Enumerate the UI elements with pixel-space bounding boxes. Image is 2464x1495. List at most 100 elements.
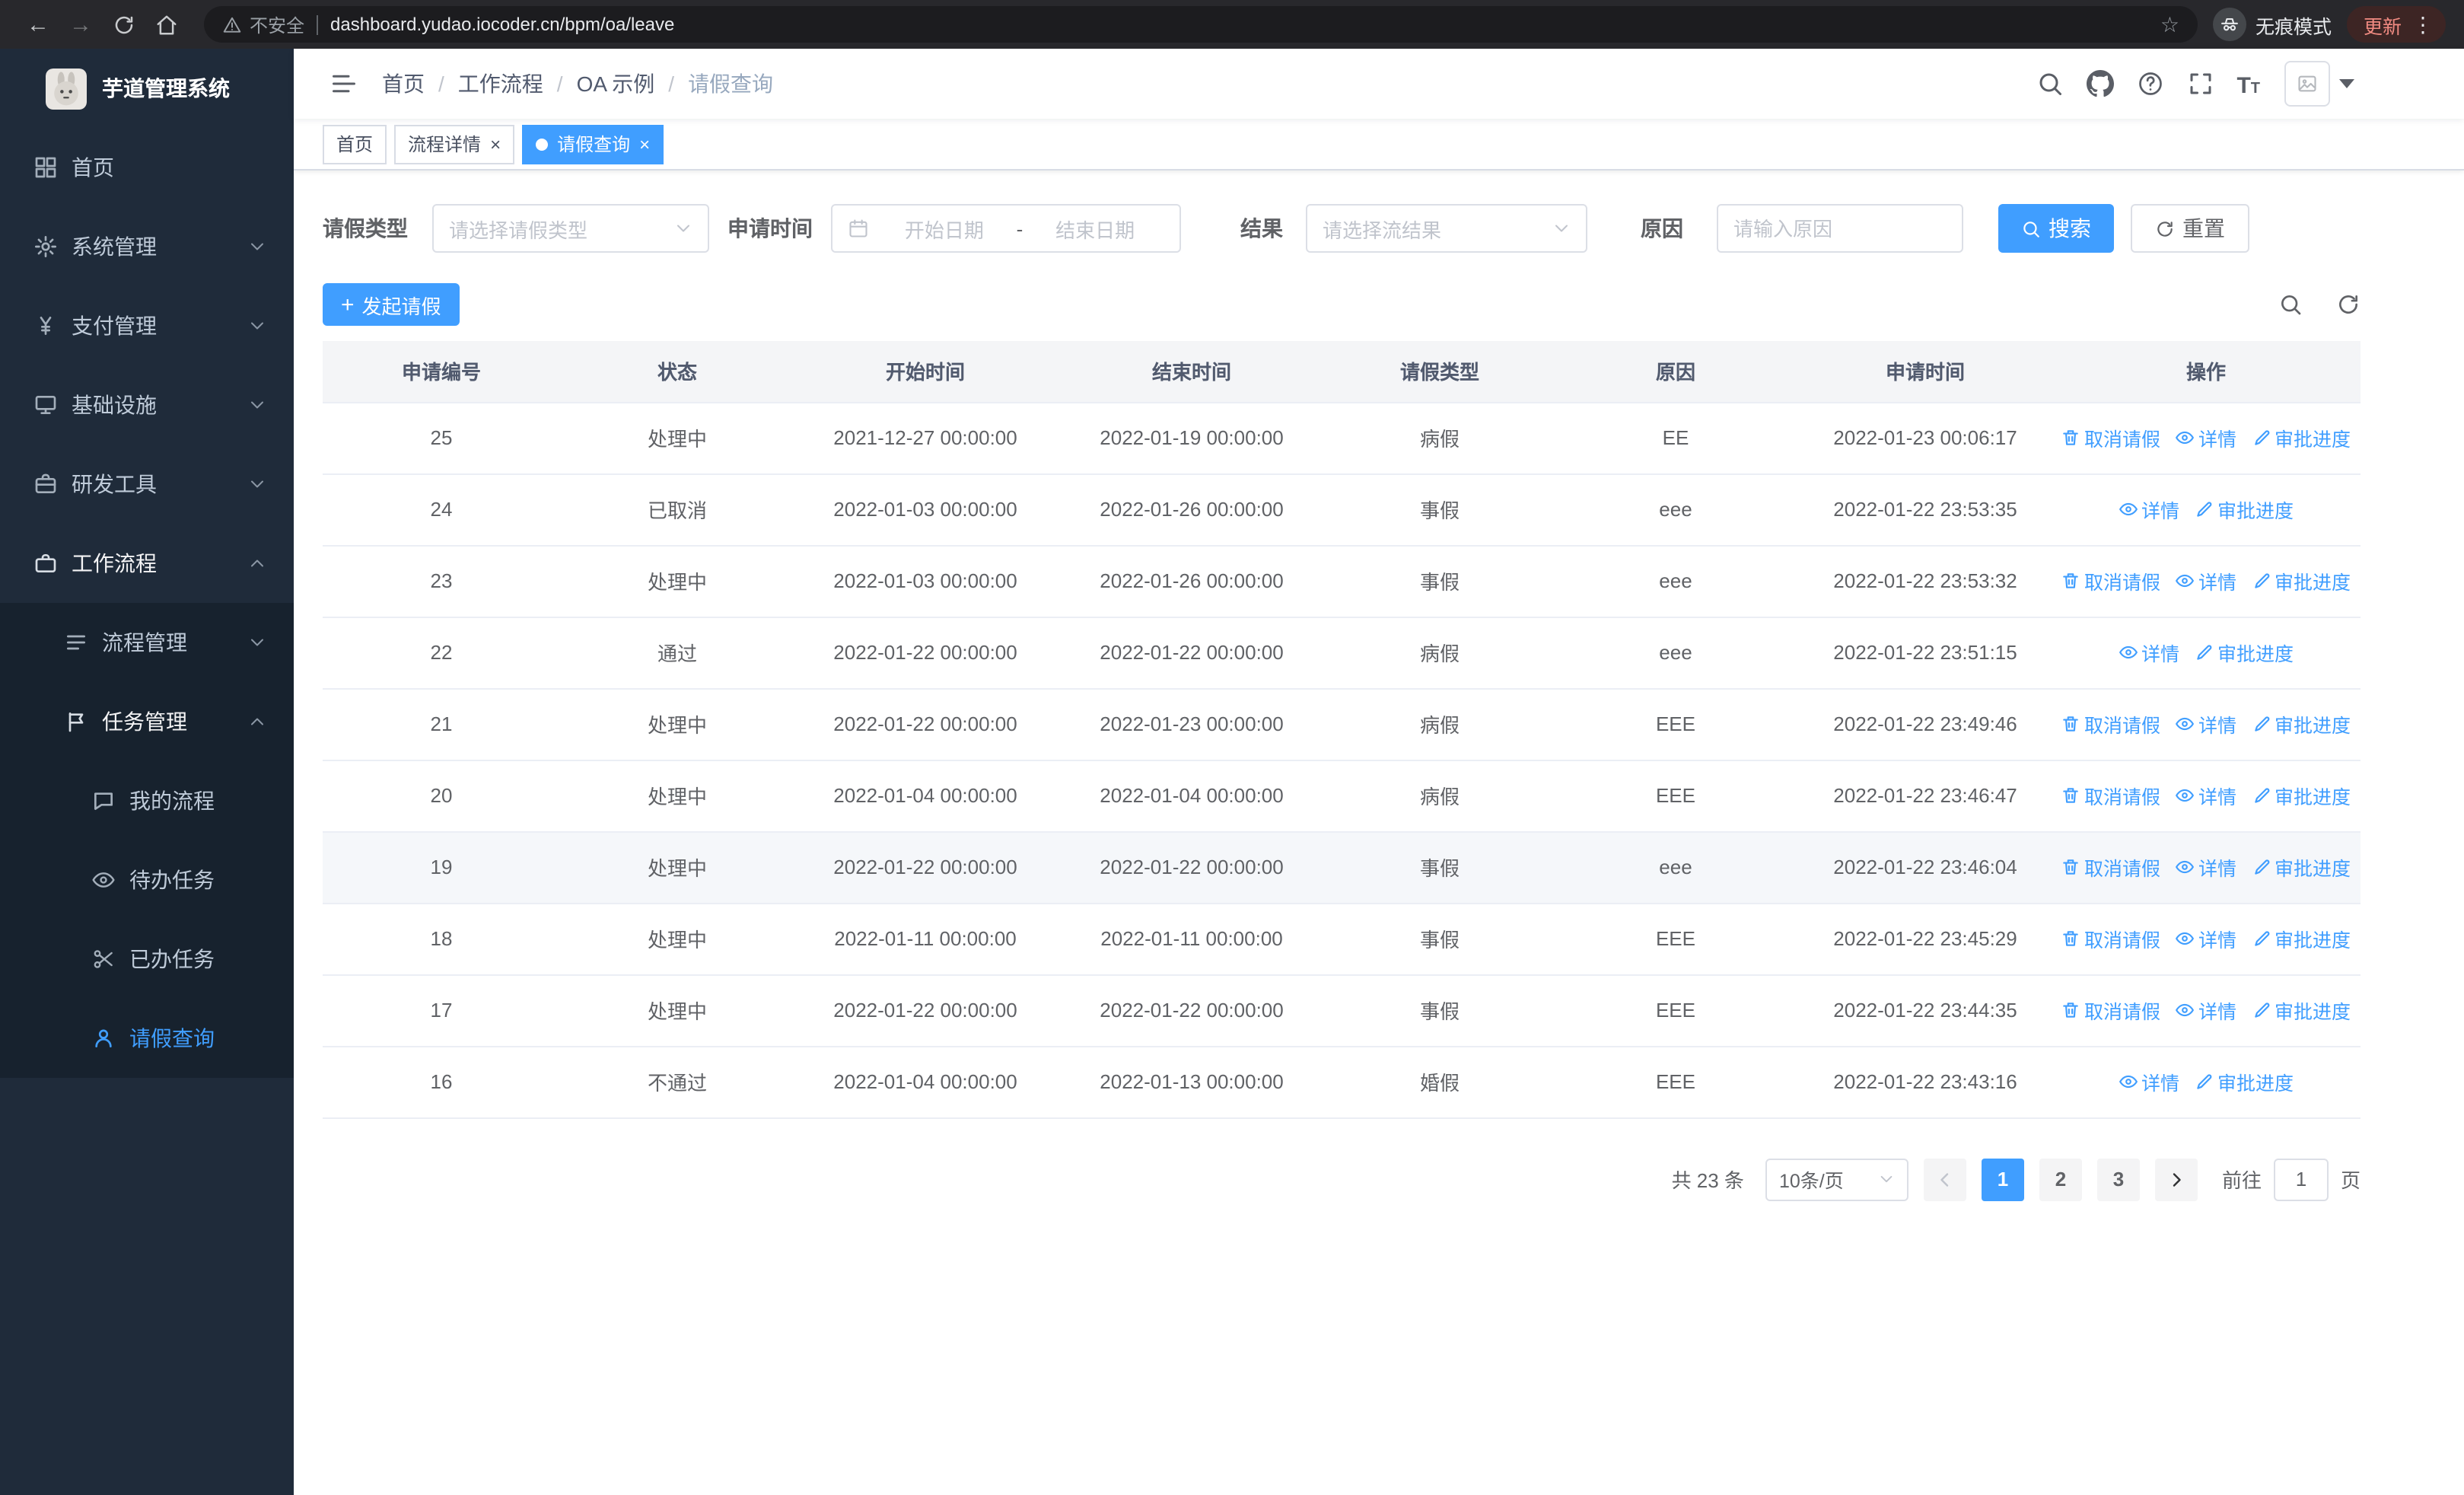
breadcrumb-item[interactable]: 首页: [382, 69, 425, 99]
browser-update-button[interactable]: 更新 ⋮: [2346, 6, 2446, 43]
page-button-2[interactable]: 2: [2039, 1158, 2082, 1200]
security-warning-icon: [222, 14, 242, 34]
approval-progress-link[interactable]: 审批进度: [2195, 495, 2294, 524]
approval-progress-link[interactable]: 审批进度: [2195, 1067, 2294, 1096]
approval-progress-link[interactable]: 审批进度: [2195, 638, 2294, 667]
approval-progress-link[interactable]: 审批进度: [2252, 566, 2351, 595]
detail-link[interactable]: 详情: [2176, 566, 2236, 595]
cancel-leave-link[interactable]: 取消请假: [2061, 781, 2160, 810]
goto-label: 前往: [2221, 1169, 2262, 1192]
breadcrumb-item[interactable]: 工作流程: [458, 69, 543, 99]
approval-progress-link[interactable]: 审批进度: [2252, 853, 2351, 881]
approval-progress-link[interactable]: 审批进度: [2252, 996, 2351, 1025]
sidebar-item-my-process[interactable]: 我的流程: [0, 761, 294, 840]
leave-type-select[interactable]: 请选择请假类型: [432, 204, 709, 253]
breadcrumb-item[interactable]: OA 示例: [577, 69, 655, 99]
table-refresh-icon[interactable]: [2336, 292, 2361, 317]
table-row: 22 通过 2022-01-22 00:00:00 2022-01-22 00:00:…: [323, 617, 2361, 689]
cancel-leave-link[interactable]: 取消请假: [2061, 566, 2160, 595]
edit-icon: [2252, 786, 2271, 805]
tab-close-icon[interactable]: ×: [490, 135, 501, 153]
detail-link[interactable]: 详情: [2176, 781, 2236, 810]
next-page-button[interactable]: [2154, 1158, 2198, 1200]
detail-link[interactable]: 详情: [2119, 495, 2179, 524]
help-icon[interactable]: [2136, 70, 2163, 97]
sidebar-item-system-mgmt[interactable]: 系统管理: [0, 207, 294, 286]
detail-link[interactable]: 详情: [2119, 1067, 2179, 1096]
table-cell: eee: [1552, 617, 1799, 689]
eye-icon: [2119, 642, 2138, 662]
sidebar-item-process-mgmt[interactable]: 流程管理: [0, 603, 294, 682]
filter-form: 请假类型 请选择请假类型 申请时间 开始日期 - 结束日期 结果 请选择流结果: [323, 204, 2464, 253]
browser-back-icon[interactable]: ←: [18, 5, 58, 44]
table-cell: 2022-01-13 00:00:00: [1056, 1046, 1327, 1118]
detail-link[interactable]: 详情: [2176, 924, 2236, 953]
approval-progress-link[interactable]: 审批进度: [2252, 423, 2351, 452]
page-button-1[interactable]: 1: [1981, 1158, 2024, 1200]
sidebar-item-dev-tools[interactable]: 研发工具: [0, 445, 294, 524]
edit-icon: [2195, 642, 2214, 662]
header-search-icon[interactable]: [2036, 70, 2063, 97]
eye-icon: [2176, 786, 2195, 805]
column-header: 状态: [560, 341, 794, 403]
user-avatar[interactable]: [2284, 61, 2330, 107]
cancel-leave-link[interactable]: 取消请假: [2061, 996, 2160, 1025]
breadcrumb: 首页 / 工作流程 / OA 示例 / 请假查询: [382, 69, 773, 99]
prev-page-button[interactable]: [1923, 1158, 1966, 1200]
browser-refresh-icon[interactable]: [103, 5, 143, 44]
result-select[interactable]: 请选择流结果: [1306, 204, 1587, 253]
table-row: 19 处理中 2022-01-22 00:00:00 2022-01-22 00:00…: [323, 831, 2361, 904]
reset-button[interactable]: 重置: [2131, 204, 2249, 253]
detail-link[interactable]: 详情: [2176, 996, 2236, 1025]
detail-link[interactable]: 详情: [2119, 638, 2179, 667]
sidebar-item-todo-task[interactable]: 待办任务: [0, 840, 294, 920]
font-size-icon[interactable]: TT: [2236, 70, 2260, 97]
detail-link[interactable]: 详情: [2176, 709, 2236, 738]
sidebar-item-done-task[interactable]: 已办任务: [0, 920, 294, 999]
cancel-leave-link[interactable]: 取消请假: [2061, 709, 2160, 738]
plus-icon: +: [341, 292, 355, 317]
cancel-leave-link[interactable]: 取消请假: [2061, 423, 2160, 452]
detail-link[interactable]: 详情: [2176, 423, 2236, 452]
detail-link[interactable]: 详情: [2176, 853, 2236, 881]
address-bar[interactable]: 不安全 dashboard.yudao.iocoder.cn/bpm/oa/le…: [204, 6, 2198, 43]
tab-process-detail[interactable]: 流程详情 ×: [394, 124, 515, 164]
approval-progress-link[interactable]: 审批进度: [2252, 781, 2351, 810]
sidebar-item-infrastructure[interactable]: 基础设施: [0, 365, 294, 445]
tab-close-icon[interactable]: ×: [639, 135, 650, 153]
sidebar-item-task-mgmt[interactable]: 任务管理: [0, 682, 294, 761]
table-search-toggle-icon[interactable]: [2278, 292, 2303, 317]
tab-home[interactable]: 首页: [323, 124, 387, 164]
trash-icon: [2061, 857, 2081, 877]
sidebar-toggle-icon[interactable]: [330, 70, 358, 97]
sidebar-item-home[interactable]: 首页: [0, 128, 294, 207]
search-button[interactable]: 搜索: [1998, 204, 2114, 253]
cancel-leave-link[interactable]: 取消请假: [2061, 924, 2160, 953]
sidebar-item-leave-query[interactable]: 请假查询: [0, 999, 294, 1078]
leave-icon: [91, 1026, 116, 1050]
approval-progress-link[interactable]: 审批进度: [2252, 709, 2351, 738]
bookmark-star-icon[interactable]: ☆: [2160, 11, 2179, 37]
approval-progress-link[interactable]: 审批进度: [2252, 924, 2351, 953]
browser-forward-icon[interactable]: →: [61, 5, 100, 44]
goto-page-input[interactable]: [2273, 1158, 2329, 1200]
page-button-3[interactable]: 3: [2096, 1158, 2140, 1200]
column-header: 原因: [1552, 341, 1799, 403]
page-size-select[interactable]: 10条/页: [1765, 1158, 1908, 1200]
avatar-caret-icon[interactable]: [2339, 79, 2354, 88]
browser-toolbar: ← → 不安全 dashboard.yudao.iocoder.cn/bpm/o…: [0, 0, 2464, 49]
apply-time-range-picker[interactable]: 开始日期 - 结束日期: [831, 204, 1181, 253]
create-leave-button[interactable]: + 发起请假: [323, 283, 460, 326]
myflow-icon: [91, 789, 116, 813]
tab-leave-query[interactable]: 请假查询 ×: [522, 124, 664, 164]
sidebar-item-workflow[interactable]: 工作流程: [0, 524, 294, 603]
sidebar-item-payment-mgmt[interactable]: 支付管理: [0, 286, 294, 365]
fullscreen-icon[interactable]: [2186, 70, 2214, 97]
table-cell: EEE: [1552, 903, 1799, 975]
github-icon[interactable]: [2086, 70, 2114, 97]
browser-home-icon[interactable]: [146, 5, 186, 44]
result-label: 结果: [1240, 216, 1283, 241]
browser-menu-icon[interactable]: ⋮: [2412, 14, 2434, 35]
reason-input[interactable]: [1717, 204, 1963, 253]
cancel-leave-link[interactable]: 取消请假: [2061, 853, 2160, 881]
